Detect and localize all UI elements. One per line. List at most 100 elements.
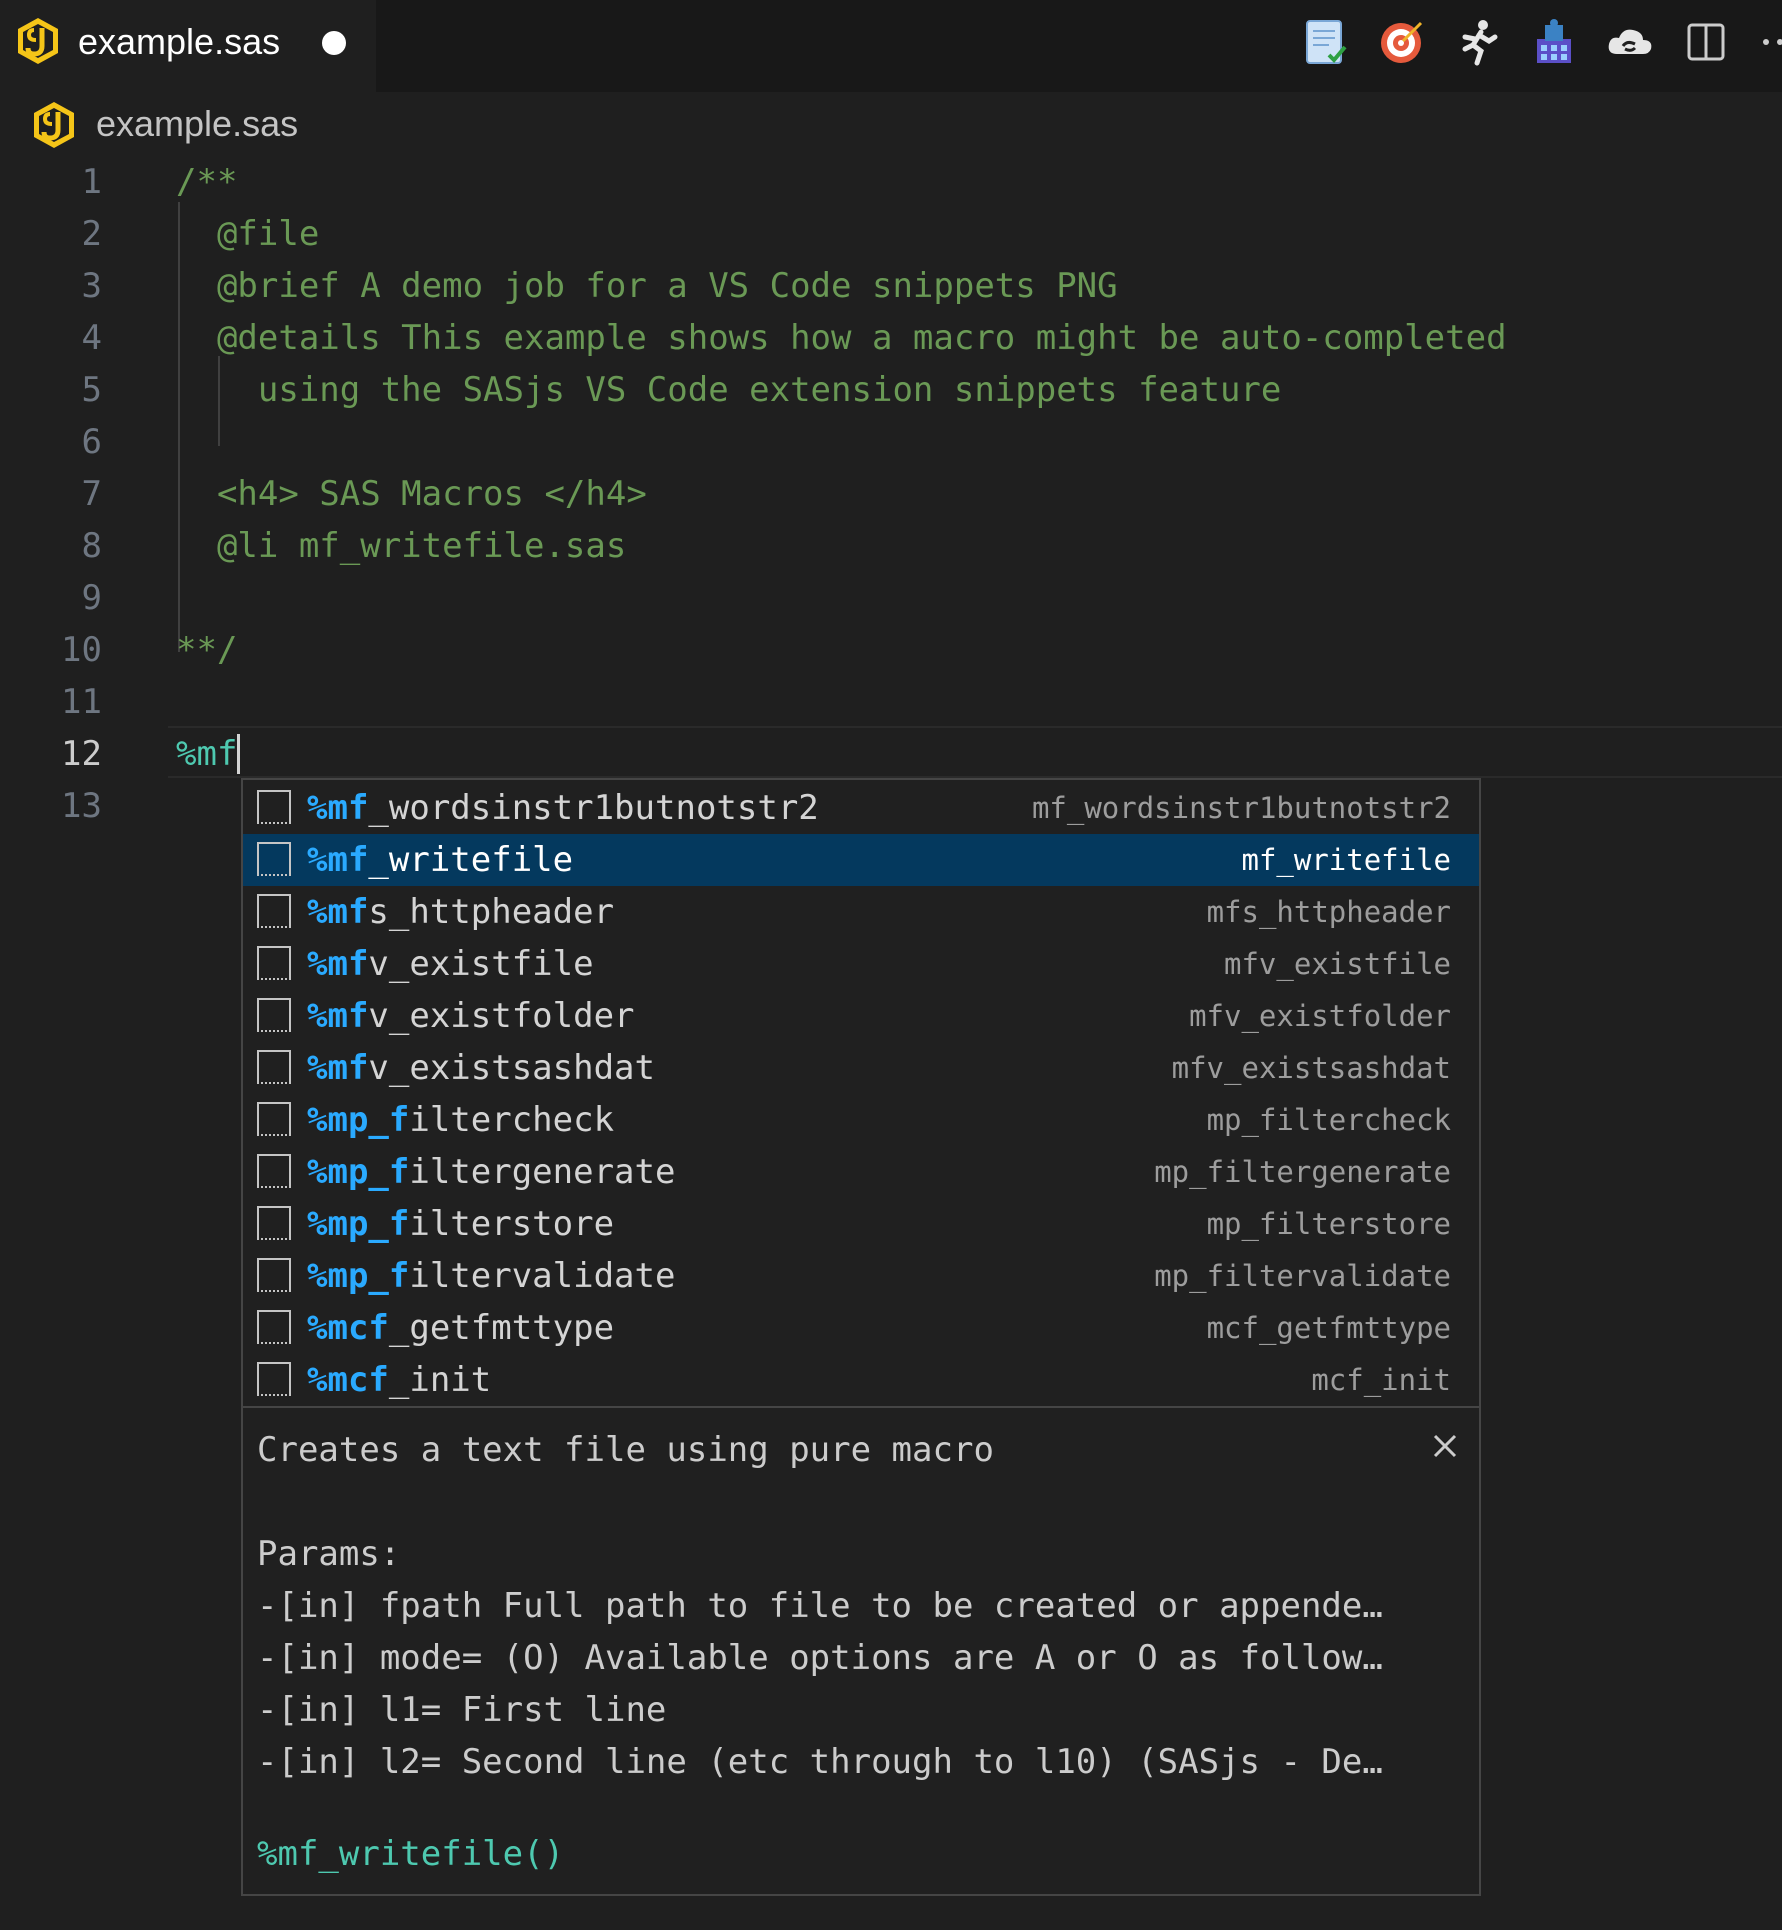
suggestion-label: %mp_filtergenerate [307, 1146, 675, 1198]
suggestion-detail: mp_filterstore [1206, 1207, 1451, 1241]
code-text: %mf [176, 734, 238, 774]
vscode-window: example.sas example.sas 1 /** 2 @file 3 … [0, 0, 1782, 1930]
suggestion-item[interactable]: %mcf_init mcf_init [243, 1354, 1479, 1406]
line-number: 4 [81, 318, 102, 358]
snippet-icon [257, 1258, 291, 1292]
split-editor-icon[interactable] [1678, 14, 1734, 70]
sasjs-file-icon [34, 102, 74, 148]
snippet-icon [257, 1362, 291, 1396]
suggestion-detail: mf_wordsinstr1butnotstr2 [1031, 791, 1451, 825]
editor-line[interactable]: 5 using the SASjs VS Code extension snip… [0, 364, 1782, 416]
label-rest: v_existfile [368, 944, 594, 984]
unsaved-dot-icon[interactable] [322, 31, 346, 55]
suggestion-detail: mfs_httpheader [1206, 895, 1451, 929]
suggestion-label: %mp_filtervalidate [307, 1250, 675, 1302]
suggestion-label: %mfv_existfile [307, 938, 594, 990]
match-highlight: %mf [307, 1048, 369, 1088]
suggestion-item[interactable]: %mf_writefile mf_writefile [243, 834, 1479, 886]
editor-line[interactable]: 9 [0, 572, 1782, 624]
suggestion-item[interactable]: %mp_filtergenerate mp_filtergenerate [243, 1146, 1479, 1198]
match-highlight: %mcf [307, 1308, 389, 1348]
suggestion-label: %mcf_init [307, 1354, 491, 1406]
suggestion-label: %mf_writefile [307, 834, 573, 886]
sasjs-file-icon [18, 18, 58, 64]
line-number: 13 [61, 786, 102, 826]
suggestion-item[interactable]: %mfv_existfolder mfv_existfolder [243, 990, 1479, 1042]
cloud-sync-icon[interactable] [1602, 14, 1658, 70]
building-icon[interactable] [1526, 14, 1582, 70]
code-text: **/ [176, 630, 238, 670]
line-number: 6 [81, 422, 102, 462]
suggestion-detail: mf_writefile [1241, 843, 1451, 877]
label-rest: v_existsashdat [368, 1048, 655, 1088]
target-icon[interactable] [1374, 14, 1430, 70]
editor-line[interactable]: 10 **/ [0, 624, 1782, 676]
suggestion-detail: mfv_existsashdat [1171, 1051, 1451, 1085]
editor-line[interactable]: 6 [0, 416, 1782, 468]
param-line: -[in] mode= (O) Available options are A … [257, 1638, 1383, 1678]
running-man-icon[interactable] [1450, 14, 1506, 70]
line-number: 3 [81, 266, 102, 306]
editor-line[interactable]: 11 [0, 676, 1782, 728]
text-cursor [237, 734, 240, 774]
snippet-icon [257, 946, 291, 980]
suggestion-item[interactable]: %mf_wordsinstr1butnotstr2 mf_wordsinstr1b… [243, 782, 1479, 834]
notes-check-icon[interactable] [1298, 14, 1354, 70]
code-text: @li mf_writefile.sas [176, 526, 627, 566]
match-highlight: %mp_f [307, 1204, 410, 1244]
suggest-widget: %mf_wordsinstr1butnotstr2 mf_wordsinstr1b… [241, 778, 1481, 1408]
suggestion-item[interactable]: %mp_filterstore mp_filterstore [243, 1198, 1479, 1250]
suggestion-detail: mp_filtercheck [1206, 1103, 1451, 1137]
suggestion-label: %mp_filtercheck [307, 1094, 614, 1146]
label-rest: _getfmttype [388, 1308, 615, 1348]
line-number: 9 [81, 578, 102, 618]
snippet-icon [257, 1310, 291, 1344]
close-icon[interactable] [1431, 1432, 1459, 1460]
snippet-icon [257, 1102, 291, 1136]
editor-line[interactable]: 3 @brief A demo job for a VS Code snippe… [0, 260, 1782, 312]
match-highlight: %mf [307, 840, 369, 880]
suggestion-label: %mcf_getfmttype [307, 1302, 614, 1354]
label-rest: _init [388, 1360, 492, 1400]
suggestion-item[interactable]: %mfs_httpheader mfs_httpheader [243, 886, 1479, 938]
label-rest: v_existfolder [368, 996, 635, 1036]
line-number: 11 [61, 682, 102, 722]
suggestion-detail: mfv_existfolder [1189, 999, 1451, 1033]
suggestion-item[interactable]: %mfv_existsashdat mfv_existsashdat [243, 1042, 1479, 1094]
line-number: 7 [81, 474, 102, 514]
breadcrumb: example.sas [0, 92, 1782, 156]
more-actions-icon[interactable] [1752, 14, 1782, 70]
line-number: 1 [81, 162, 102, 202]
editor-line[interactable]: 8 @li mf_writefile.sas [0, 520, 1782, 572]
suggestion-label: %mf_wordsinstr1butnotstr2 [307, 782, 819, 834]
suggestion-detail: mcf_getfmttype [1206, 1311, 1451, 1345]
line-number: 5 [81, 370, 102, 410]
code-text: using the SASjs VS Code extension snippe… [176, 370, 1282, 410]
suggestion-item[interactable]: %mp_filtervalidate mp_filtervalidate [243, 1250, 1479, 1302]
label-rest: iltervalidate [409, 1256, 676, 1296]
suggestion-details: Creates a text file using pure macro Par… [241, 1406, 1481, 1896]
suggestion-item[interactable]: %mcf_getfmttype mcf_getfmttype [243, 1302, 1479, 1354]
suggestion-item[interactable]: %mfv_existfile mfv_existfile [243, 938, 1479, 990]
suggestion-detail: mcf_init [1311, 1363, 1451, 1397]
editor-line[interactable]: 2 @file [0, 208, 1782, 260]
editor-line[interactable]: 1 /** [0, 156, 1782, 208]
tab-example-sas[interactable]: example.sas [0, 0, 376, 92]
snippet-icon [257, 1050, 291, 1084]
code-text: @file [176, 214, 320, 254]
match-highlight: %mcf [307, 1360, 389, 1400]
breadcrumb-file[interactable]: example.sas [96, 100, 298, 148]
match-highlight: %mf [307, 996, 369, 1036]
editor-line[interactable]: 7 <h4> SAS Macros </h4> [0, 468, 1782, 520]
label-rest: s_httpheader [368, 892, 615, 932]
editor-line[interactable]: 12 %mf [0, 728, 1782, 780]
code-text: <h4> SAS Macros </h4> [176, 474, 647, 514]
param-line: -[in] l1= First line [257, 1690, 667, 1730]
editor-line[interactable]: 4 @details This example shows how a macr… [0, 312, 1782, 364]
label-rest: iltercheck [409, 1100, 615, 1140]
suggestion-item[interactable]: %mp_filtercheck mp_filtercheck [243, 1094, 1479, 1146]
tab-title: example.sas [78, 21, 281, 62]
suggestion-label: %mp_filterstore [307, 1198, 614, 1250]
line-number: 10 [61, 630, 102, 670]
match-highlight: %mf [307, 788, 369, 828]
